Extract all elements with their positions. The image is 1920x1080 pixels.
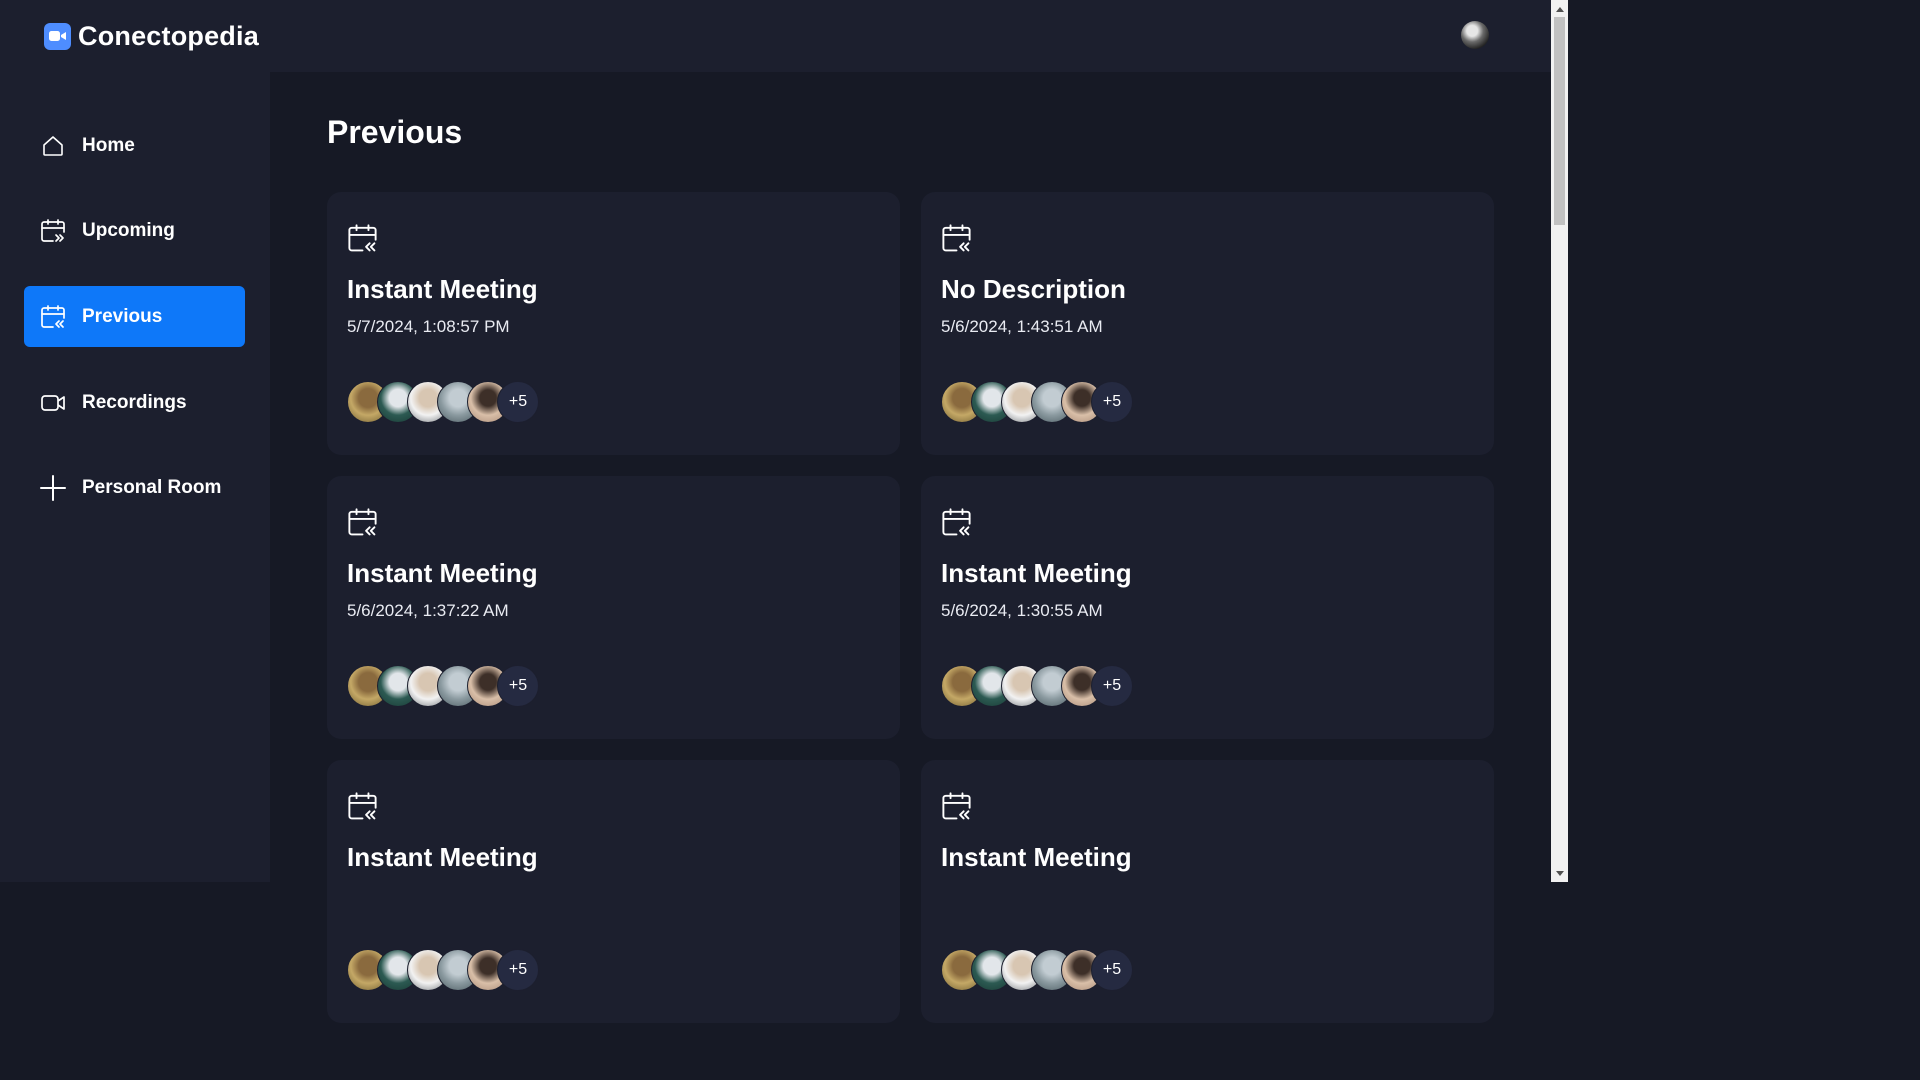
more-participants-badge: +5 (1091, 949, 1133, 991)
sidebar-item-label: Home (82, 134, 135, 156)
participant-avatars: +5 (941, 665, 1133, 707)
meeting-card[interactable]: Instant Meeting 5/7/2024, 1:08:57 PM +5 (327, 192, 900, 455)
sidebar-item-recordings[interactable]: Recordings (24, 372, 245, 433)
calendar-previous-icon (40, 304, 66, 330)
meeting-card[interactable]: No Description 5/6/2024, 1:43:51 AM +5 (921, 192, 1494, 455)
sidebar-item-label: Previous (82, 305, 163, 327)
meeting-title: Instant Meeting (347, 558, 538, 588)
scroll-up-arrow-icon[interactable] (1551, 0, 1568, 17)
more-participants-badge: +5 (497, 949, 539, 991)
video-camera-icon (40, 390, 66, 416)
participant-avatars: +5 (941, 381, 1133, 423)
more-participants-badge: +5 (497, 381, 539, 423)
calendar-previous-icon (941, 507, 972, 538)
meeting-title: No Description (941, 274, 1126, 304)
meeting-card[interactable]: Instant Meeting 5/6/2024, 1:30:55 AM +5 (921, 476, 1494, 739)
home-icon (40, 133, 66, 159)
calendar-previous-icon (347, 507, 378, 538)
meeting-date: 5/6/2024, 1:43:51 AM (941, 317, 1103, 336)
sidebar-item-upcoming[interactable]: Upcoming (24, 200, 245, 261)
meeting-card[interactable]: Instant Meeting +5 (921, 760, 1494, 1023)
user-avatar[interactable] (1461, 21, 1489, 49)
sidebar-item-previous[interactable]: Previous (24, 286, 245, 347)
sidebar: Home Upcoming Previous Recordings Person… (0, 72, 270, 882)
participant-avatars: +5 (347, 381, 539, 423)
more-participants-badge: +5 (1091, 665, 1133, 707)
main-content: Previous Instant Meeting 5/7/2024, 1:08:… (270, 72, 1551, 1023)
page-title: Previous (327, 114, 463, 150)
meeting-title: Instant Meeting (347, 274, 538, 304)
calendar-upcoming-icon (40, 218, 66, 244)
meeting-title: Instant Meeting (347, 842, 538, 872)
scroll-down-arrow-icon[interactable] (1551, 865, 1568, 882)
calendar-previous-icon (941, 791, 972, 822)
sidebar-item-label: Personal Room (82, 476, 222, 498)
plus-icon (40, 474, 66, 501)
participant-avatars: +5 (347, 665, 539, 707)
meeting-date: 5/7/2024, 1:08:57 PM (347, 317, 510, 336)
meeting-card[interactable]: Instant Meeting +5 (327, 760, 900, 1023)
meeting-card[interactable]: Instant Meeting 5/6/2024, 1:37:22 AM +5 (327, 476, 900, 739)
more-participants-badge: +5 (1091, 381, 1133, 423)
brand-link[interactable]: Conectopedia (44, 21, 259, 52)
calendar-previous-icon (347, 791, 378, 822)
sidebar-item-label: Recordings (82, 391, 187, 413)
sidebar-item-home[interactable]: Home (24, 115, 245, 176)
sidebar-item-label: Upcoming (82, 219, 175, 241)
app-logo-icon (44, 22, 71, 50)
calendar-previous-icon (347, 223, 378, 254)
more-participants-badge: +5 (497, 665, 539, 707)
scrollbar-thumb[interactable] (1554, 17, 1565, 225)
meeting-title: Instant Meeting (941, 842, 1132, 872)
participant-avatars: +5 (347, 949, 539, 991)
app-name: Conectopedia (78, 20, 259, 51)
meeting-title: Instant Meeting (941, 558, 1132, 588)
page-scrollbar[interactable] (1551, 0, 1568, 882)
sidebar-item-personal-room[interactable]: Personal Room (24, 457, 245, 518)
calendar-previous-icon (941, 223, 972, 254)
participant-avatars: +5 (941, 949, 1133, 991)
meeting-date: 5/6/2024, 1:37:22 AM (347, 601, 509, 620)
top-navbar: Conectopedia (0, 0, 1551, 72)
meeting-date: 5/6/2024, 1:30:55 AM (941, 601, 1103, 620)
